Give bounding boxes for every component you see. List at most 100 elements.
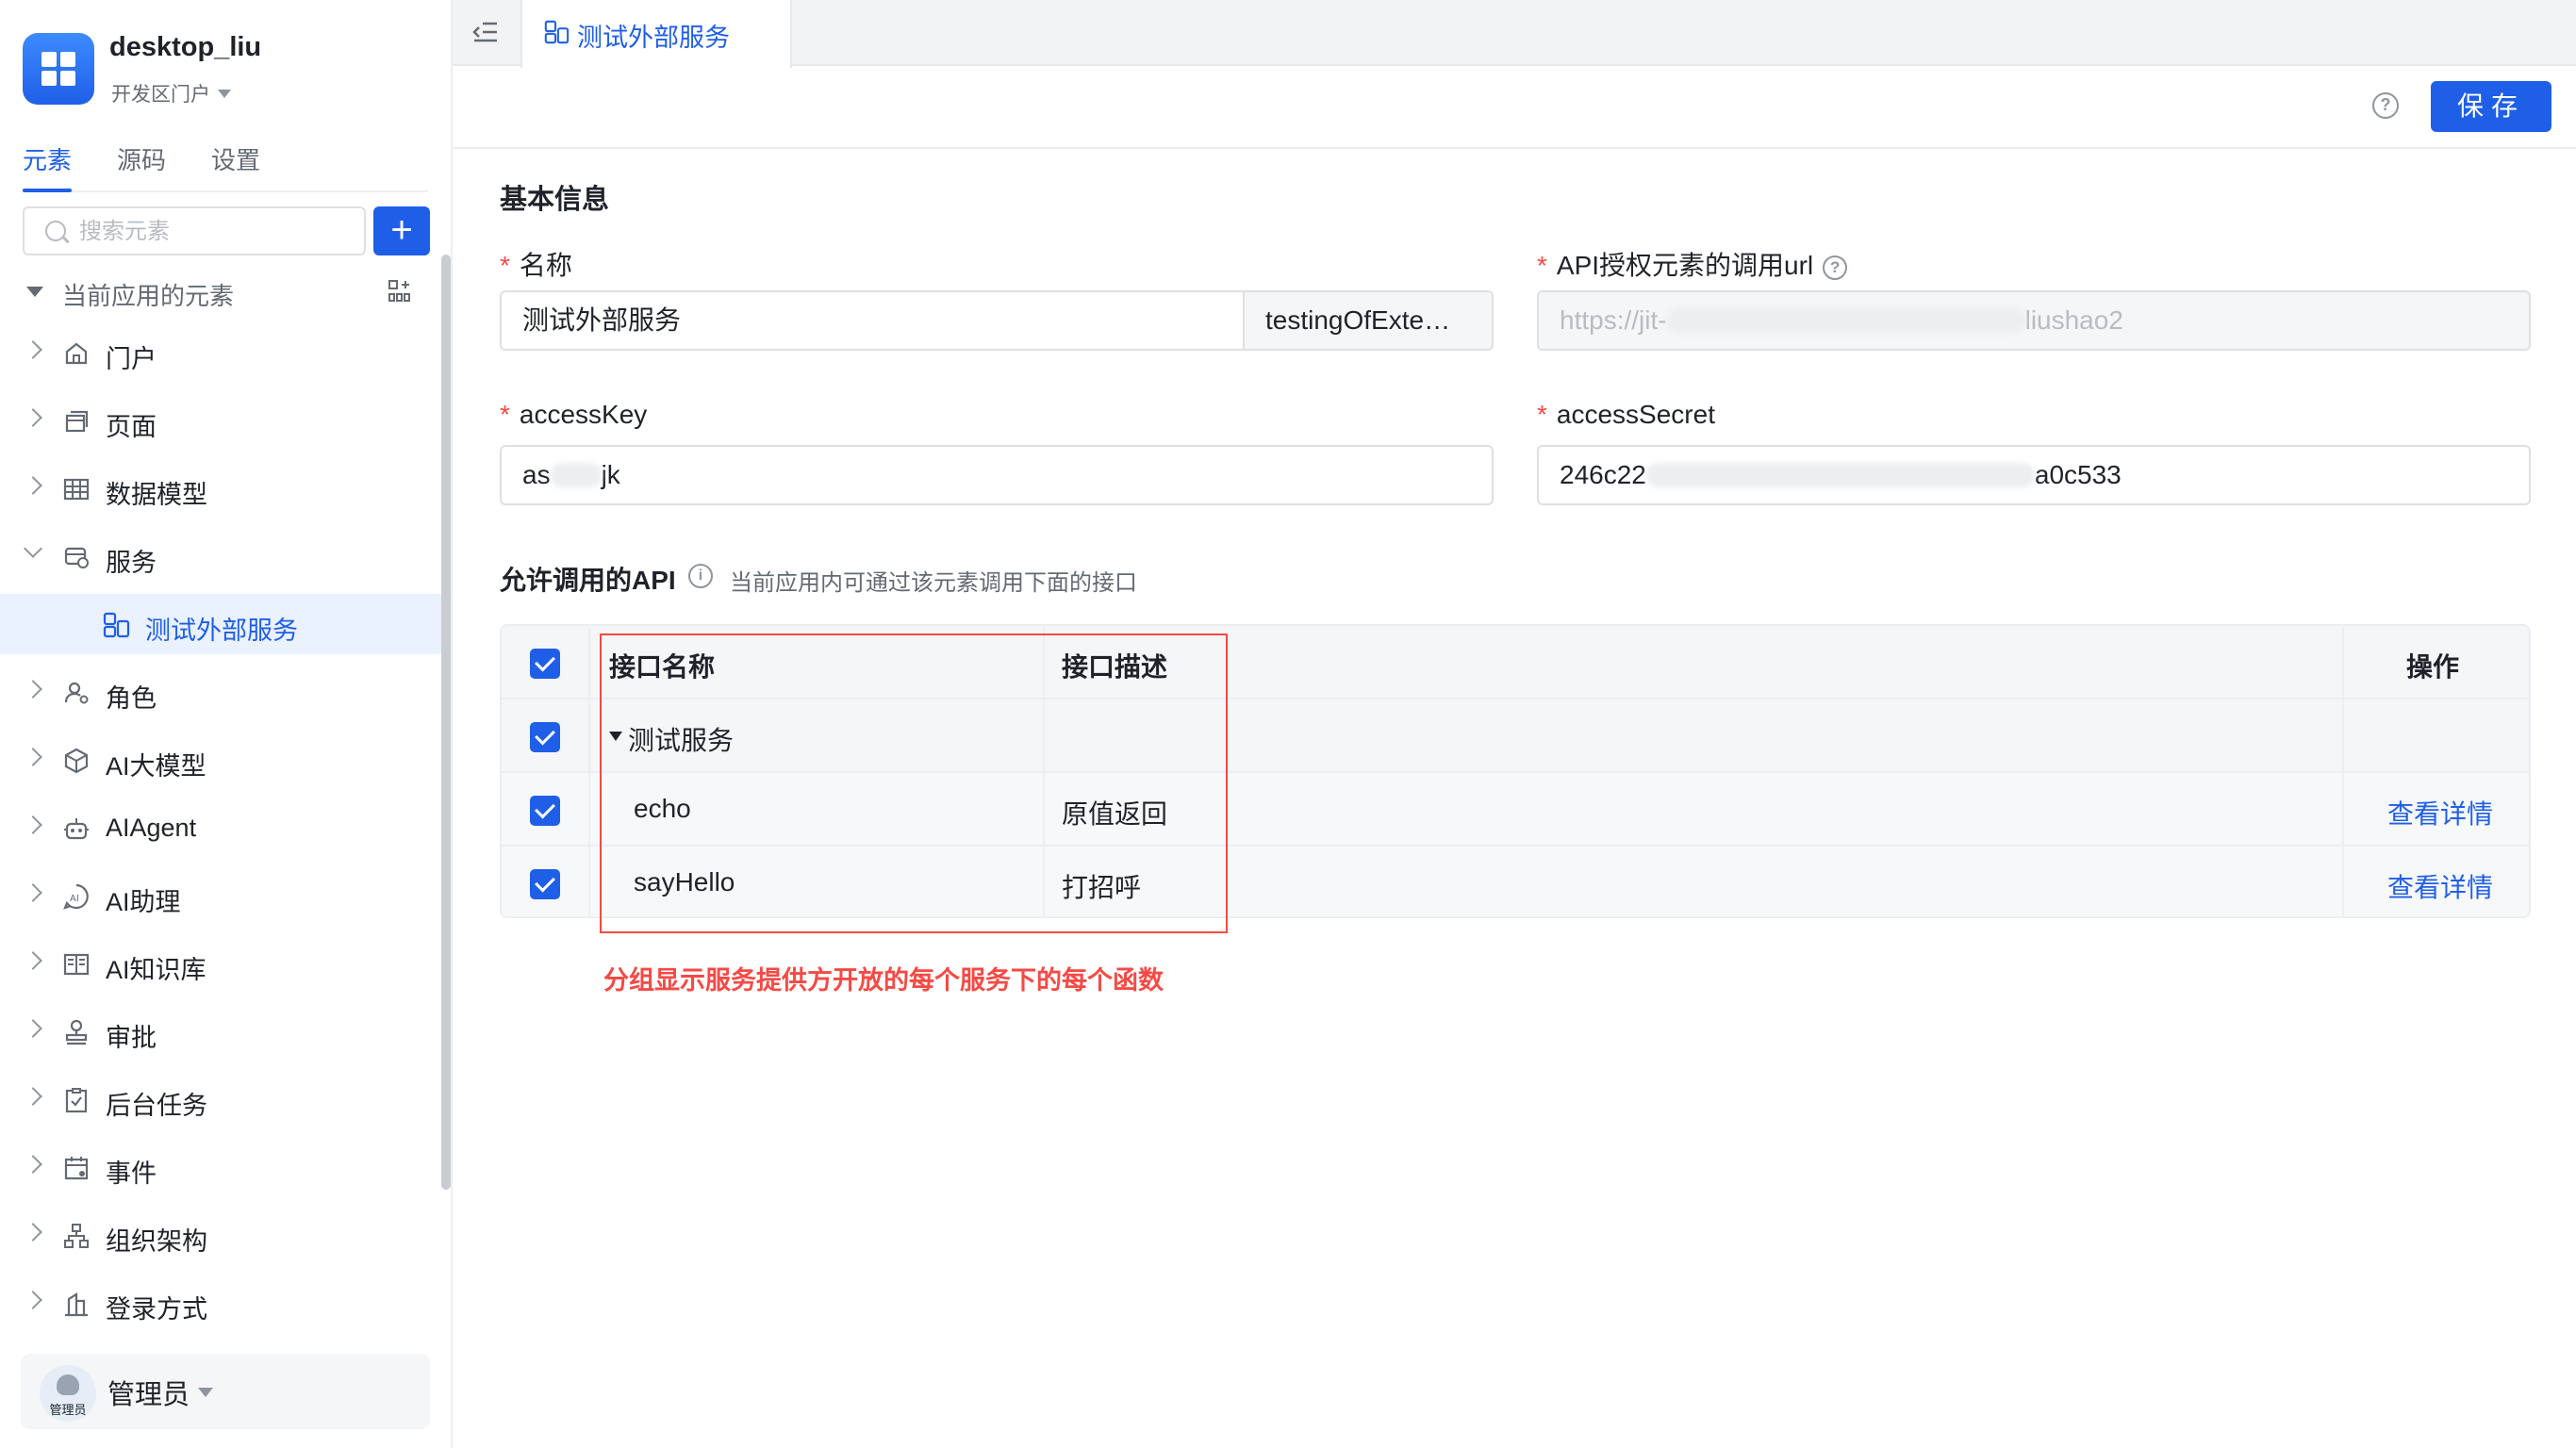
tab-test-external-service[interactable]: 测试外部服务 (520, 0, 792, 68)
annotation-highlight-box (600, 634, 1228, 933)
redacted-mask (1666, 308, 2025, 333)
sidebar-tabs: 元素 源码 设置 (23, 141, 428, 192)
layout-toggle-icon[interactable] (387, 278, 413, 304)
chevron-right-icon[interactable] (24, 951, 42, 970)
sidebar-item-label: 后台任务 (106, 1092, 207, 1120)
name-id-field[interactable]: testingOfExte… (1243, 292, 1492, 349)
chevron-right-icon[interactable] (24, 883, 42, 902)
chevron-right-icon[interactable] (24, 476, 42, 495)
chevron-right-icon[interactable] (24, 340, 42, 359)
sidebar-item-label: AI助理 (106, 888, 181, 916)
chevron-down-icon (218, 90, 231, 105)
required-mark: * (500, 400, 510, 429)
user-name: 管理员 (107, 1380, 190, 1410)
sidebar-item-label: 角色 (106, 684, 157, 713)
collapse-sidebar-icon[interactable] (471, 19, 500, 45)
chevron-right-icon[interactable] (24, 408, 42, 427)
allowed-api-hint: 当前应用内可通过该元素调用下面的接口 (730, 570, 1137, 596)
sidebar-item-pages[interactable]: 页面 (0, 390, 441, 451)
chevron-right-icon[interactable] (24, 1155, 42, 1174)
access-key-field[interactable]: as jk (500, 445, 1494, 505)
allowed-api-title: 允许调用的API (500, 566, 676, 595)
sidebar-item-services[interactable]: 服务 (0, 526, 441, 586)
sidebar-item-label: 服务 (106, 549, 157, 577)
chevron-down-icon[interactable] (24, 539, 42, 558)
sidebar-item-test-external-service[interactable]: 测试外部服务 (0, 594, 441, 654)
section-label: 当前应用的元素 (62, 282, 235, 310)
save-button[interactable]: 保存 (2431, 81, 2551, 132)
name-label: * 名称 (500, 245, 572, 283)
editor-tab-bar: 测试外部服务 (453, 0, 2576, 68)
column-header-action: 操作 (2406, 652, 2460, 682)
tab-elements[interactable]: 元素 (23, 141, 72, 176)
sidebar-item-data-model[interactable]: 数据模型 (0, 458, 441, 518)
sidebar-item-background-tasks[interactable]: 后台任务 (0, 1069, 441, 1129)
sidebar-item-login-methods[interactable]: 登录方式 (0, 1273, 441, 1333)
sidebar-item-label: AI知识库 (106, 956, 206, 984)
external-service-icon (544, 20, 570, 44)
sidebar-item-portal[interactable]: 门户 (0, 322, 441, 383)
sidebar-item-label: 审批 (106, 1024, 157, 1052)
name-value: 测试外部服务 (522, 305, 682, 335)
column-divider (588, 626, 590, 916)
required-mark: * (500, 251, 510, 280)
caret-down-icon (26, 287, 43, 305)
current-app-elements-header[interactable]: 当前应用的元素 (26, 276, 422, 310)
select-all-checkbox[interactable] (530, 649, 560, 679)
sidebar-scrollbar[interactable] (441, 255, 451, 1190)
url-label: * API授权元素的调用url? (1537, 245, 1848, 283)
toolbar: ? 保存 (453, 68, 2576, 149)
app-logo-icon[interactable] (23, 33, 94, 105)
add-element-button[interactable]: + (373, 206, 430, 255)
row-checkbox[interactable] (530, 869, 560, 899)
access-secret-prefix: 246c22 (1560, 460, 1646, 489)
chevron-right-icon[interactable] (24, 1223, 42, 1242)
chevron-right-icon[interactable] (24, 1291, 42, 1309)
help-icon[interactable]: ? (1823, 255, 1848, 280)
sidebar-item-events[interactable]: 事件 (0, 1137, 441, 1197)
view-details-link[interactable]: 查看详情 (2387, 794, 2493, 831)
approval-icon (65, 1019, 88, 1045)
tab-settings[interactable]: 设置 (211, 141, 260, 176)
group-checkbox[interactable] (530, 722, 560, 752)
row-checkbox[interactable] (530, 796, 560, 826)
access-key-suffix: jk (601, 460, 620, 489)
search-box (23, 206, 366, 255)
sidebar-item-label: 门户 (106, 345, 157, 373)
name-label-text: 名称 (519, 251, 572, 280)
role-icon (64, 682, 89, 704)
chevron-right-icon[interactable] (24, 1087, 42, 1106)
redacted-mask (1645, 463, 2035, 487)
portal-name: 开发区门户 (111, 84, 210, 106)
sidebar-item-ai-agent[interactable]: AIAgent (0, 798, 441, 858)
sidebar-item-approval[interactable]: 审批 (0, 1001, 441, 1061)
login-icon (65, 1292, 88, 1317)
portal-switcher[interactable]: 开发区门户 (111, 79, 231, 107)
sidebar-item-label: 组织架构 (106, 1227, 207, 1256)
view-details-link[interactable]: 查看详情 (2387, 867, 2493, 905)
chevron-right-icon[interactable] (24, 680, 42, 699)
search-icon (45, 221, 66, 241)
access-key-label-text: accessKey (519, 400, 648, 429)
chevron-right-icon[interactable] (24, 748, 42, 766)
info-icon[interactable]: i (688, 564, 713, 588)
access-secret-field[interactable]: 246c22 a0c533 (1537, 445, 2531, 505)
external-service-icon (103, 612, 130, 638)
tab-source[interactable]: 源码 (117, 141, 166, 176)
name-field[interactable]: 测试外部服务 testingOfExte… (500, 290, 1494, 351)
sidebar-item-ai-model[interactable]: AI大模型 (0, 730, 441, 790)
avatar: 管理员 (40, 1365, 96, 1422)
chevron-right-icon[interactable] (24, 1019, 42, 1038)
sidebar-item-ai-knowledge[interactable]: AI知识库 (0, 933, 441, 994)
sidebar-item-label: AIAgent (106, 814, 197, 842)
search-input[interactable] (77, 216, 351, 248)
sidebar-item-org-structure[interactable]: 组织架构 (0, 1205, 441, 1265)
help-icon[interactable]: ? (2372, 92, 2399, 119)
url-field[interactable]: https://jit-liushao2 (1537, 290, 2531, 351)
chevron-right-icon[interactable] (24, 815, 42, 834)
user-menu[interactable]: 管理员 管理员 (21, 1354, 430, 1429)
sidebar-item-ai-assistant[interactable]: AI AI助理 (0, 865, 441, 926)
ai-model-icon (64, 748, 89, 774)
sidebar-item-roles[interactable]: 角色 (0, 662, 441, 722)
org-icon (64, 1224, 89, 1248)
